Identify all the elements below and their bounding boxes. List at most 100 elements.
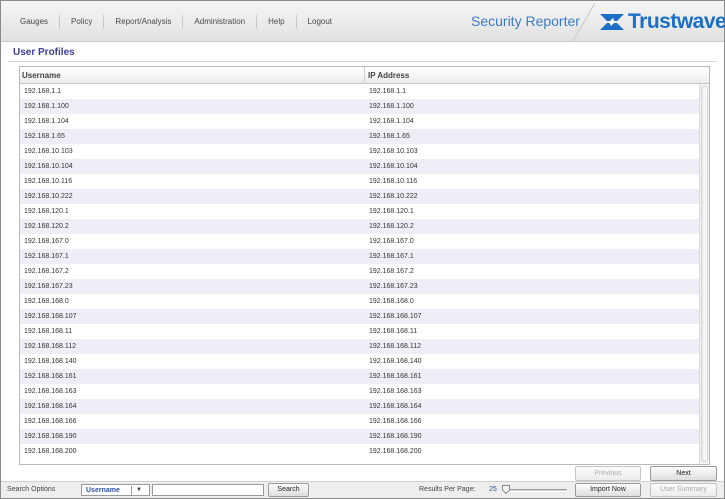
- ip-address-cell: 192.168.1.1: [369, 88, 406, 95]
- search-options-label: Search Options: [7, 486, 56, 493]
- username-cell: 192.168.167.1: [24, 253, 69, 260]
- table-row[interactable]: 192.168.168.200 192.168.168.200: [20, 444, 699, 459]
- table-row[interactable]: 192.168.168.11 192.168.168.11: [20, 324, 699, 339]
- table-row[interactable]: 192.168.167.0 192.168.167.0: [20, 234, 699, 249]
- ip-address-cell: 192.168.168.161: [369, 373, 422, 380]
- header-divider-slash: [572, 2, 596, 42]
- table-row[interactable]: 192.168.168.0 192.168.168.0: [20, 294, 699, 309]
- results-per-page-value: 25: [489, 486, 497, 493]
- results-per-page-slider[interactable]: [502, 485, 567, 494]
- username-cell: 192.168.168.0: [24, 298, 69, 305]
- ip-address-cell: 192.168.167.2: [369, 268, 414, 275]
- username-cell: 192.168.168.140: [24, 358, 77, 365]
- ip-address-cell: 192.168.168.166: [369, 418, 422, 425]
- user-summary-button[interactable]: User Summary: [650, 483, 717, 497]
- table-header: Username IP Address: [20, 67, 709, 84]
- ip-address-cell: 192.168.120.1: [369, 208, 414, 215]
- import-now-button[interactable]: Import Now: [575, 483, 641, 497]
- username-cell: 192.168.120.2: [24, 223, 69, 230]
- ip-address-cell: 192.168.168.200: [369, 448, 422, 455]
- title-divider: [8, 61, 717, 62]
- ip-address-cell: 192.168.168.190: [369, 433, 422, 440]
- ip-address-cell: 192.168.167.0: [369, 238, 414, 245]
- ip-address-cell: 192.168.10.222: [369, 193, 418, 200]
- table-row[interactable]: 192.168.168.140 192.168.168.140: [20, 354, 699, 369]
- user-profiles-table: Username IP Address 192.168.1.1 192.168.1…: [19, 66, 710, 465]
- table-row[interactable]: 192.168.10.116 192.168.10.116: [20, 174, 699, 189]
- table-row[interactable]: 192.168.168.163 192.168.168.163: [20, 384, 699, 399]
- table-row[interactable]: 192.168.168.164 192.168.168.164: [20, 399, 699, 414]
- column-header-username[interactable]: Username: [20, 67, 365, 84]
- table-row[interactable]: 192.168.168.166 192.168.168.166: [20, 414, 699, 429]
- ip-address-cell: 192.168.1.104: [369, 118, 414, 125]
- nav-item-help[interactable]: Help: [257, 14, 297, 29]
- ip-address-cell: 192.168.168.0: [369, 298, 414, 305]
- ip-address-cell: 192.168.120.2: [369, 223, 414, 230]
- username-cell: 192.168.168.11: [24, 328, 73, 335]
- search-input[interactable]: [152, 484, 264, 496]
- table-row[interactable]: 192.168.1.100 192.168.1.100: [20, 99, 699, 114]
- username-cell: 192.168.1.1: [24, 88, 61, 95]
- nav-item-logout[interactable]: Logout: [297, 15, 343, 29]
- nav-item-policy[interactable]: Policy: [60, 14, 105, 29]
- username-cell: 192.168.168.163: [24, 388, 77, 395]
- ip-address-cell: 192.168.1.100: [369, 103, 414, 110]
- username-cell: 192.168.120.1: [24, 208, 69, 215]
- username-cell: 192.168.168.161: [24, 373, 77, 380]
- table-row[interactable]: 192.168.10.103 192.168.10.103: [20, 144, 699, 159]
- ip-address-cell: 192.168.167.1: [369, 253, 414, 260]
- username-cell: 192.168.167.2: [24, 268, 69, 275]
- username-cell: 192.168.1.104: [24, 118, 69, 125]
- scrollbar-thumb[interactable]: [701, 86, 708, 462]
- username-cell: 192.168.168.107: [24, 313, 77, 320]
- table-row[interactable]: 192.168.167.1 192.168.167.1: [20, 249, 699, 264]
- table-row[interactable]: 192.168.167.23 192.168.167.23: [20, 279, 699, 294]
- table-row[interactable]: 192.168.10.222 192.168.10.222: [20, 189, 699, 204]
- username-cell: 192.168.167.0: [24, 238, 69, 245]
- username-cell: 192.168.10.103: [24, 148, 73, 155]
- trustwave-logo-icon: [600, 14, 624, 30]
- chevron-down-icon[interactable]: ▼: [136, 485, 142, 496]
- nav-item-administration[interactable]: Administration: [183, 14, 258, 29]
- ip-address-cell: 192.168.10.116: [369, 178, 418, 185]
- table-row[interactable]: 192.168.168.107 192.168.168.107: [20, 309, 699, 324]
- previous-button[interactable]: Previous: [575, 466, 641, 481]
- ip-address-cell: 192.168.168.140: [369, 358, 422, 365]
- username-cell: 192.168.168.190: [24, 433, 77, 440]
- ip-address-cell: 192.168.167.23: [369, 283, 418, 290]
- next-button[interactable]: Next: [650, 466, 717, 481]
- search-field-select[interactable]: Username ▼: [81, 484, 150, 496]
- username-cell: 192.168.1.100: [24, 103, 69, 110]
- ip-address-cell: 192.168.10.104: [369, 163, 418, 170]
- search-button[interactable]: Search: [268, 483, 309, 497]
- table-row[interactable]: 192.168.1.65 192.168.1.65: [20, 129, 699, 144]
- username-cell: 192.168.10.104: [24, 163, 73, 170]
- table-row[interactable]: 192.168.168.190 192.168.168.190: [20, 429, 699, 444]
- table-row[interactable]: 192.168.168.112 192.168.168.112: [20, 339, 699, 354]
- search-field-value: Username: [86, 487, 120, 494]
- table-row[interactable]: 192.168.120.2 192.168.120.2: [20, 219, 699, 234]
- vertical-scrollbar[interactable]: [699, 84, 709, 464]
- nav-item-gauges[interactable]: Gauges: [20, 14, 61, 29]
- column-header-ip-address[interactable]: IP Address: [366, 67, 709, 84]
- ip-address-cell: 192.168.168.164: [369, 403, 422, 410]
- nav-item-report-analysis[interactable]: Report/Analysis: [104, 14, 184, 29]
- username-cell: 192.168.10.222: [24, 193, 73, 200]
- slider-thumb-icon[interactable]: [502, 485, 510, 494]
- table-row[interactable]: 192.168.120.1 192.168.120.1: [20, 204, 699, 219]
- table-row[interactable]: 192.168.1.104 192.168.1.104: [20, 114, 699, 129]
- username-cell: 192.168.167.23: [24, 283, 73, 290]
- table-body: 192.168.1.1 192.168.1.1 192.168.1.100 192.1…: [20, 84, 699, 464]
- table-row[interactable]: 192.168.167.2 192.168.167.2: [20, 264, 699, 279]
- table-row[interactable]: 192.168.1.1 192.168.1.1: [20, 84, 699, 99]
- select-divider: [131, 486, 132, 495]
- ip-address-cell: 192.168.168.107: [369, 313, 422, 320]
- table-row[interactable]: 192.168.10.104 192.168.10.104: [20, 159, 699, 174]
- table-row[interactable]: 192.168.168.161 192.168.168.161: [20, 369, 699, 384]
- trustwave-logo: Trustwave ®: [599, 10, 725, 34]
- top-nav-bar: Gauges Policy Report/Analysis Administratio…: [1, 1, 725, 42]
- ip-address-cell: 192.168.1.65: [369, 133, 410, 140]
- ip-address-cell: 192.168.168.112: [369, 343, 422, 350]
- ip-address-cell: 192.168.10.103: [369, 148, 418, 155]
- username-cell: 192.168.168.166: [24, 418, 77, 425]
